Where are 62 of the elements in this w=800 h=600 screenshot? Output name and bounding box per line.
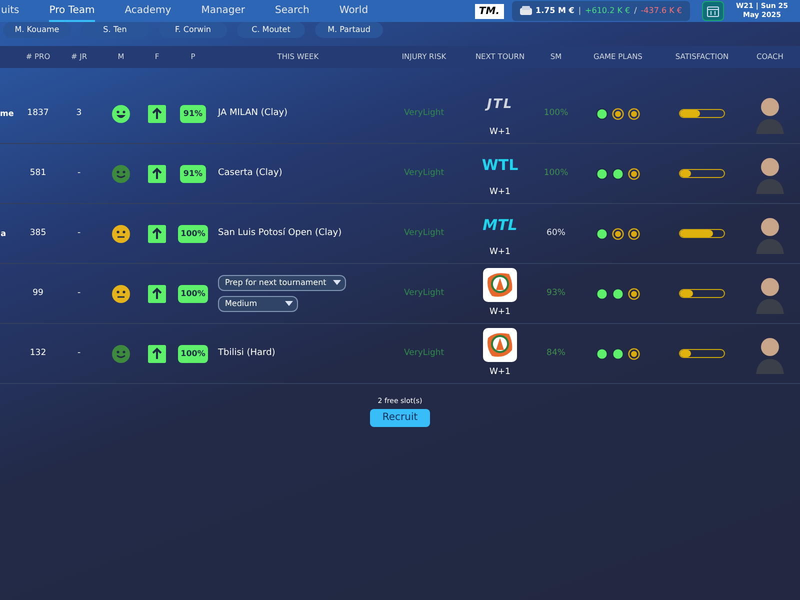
table-cell-text: -: [76, 287, 82, 300]
week-offset-text: W+1: [490, 246, 510, 259]
table-cell-text: -: [76, 167, 82, 180]
nav-tab[interactable]: Search: [275, 0, 310, 22]
tournament-text: Caserta (Clay): [218, 168, 282, 178]
tournament-logo: MTL: [482, 214, 518, 236]
nav-tab[interactable]: World: [339, 0, 368, 22]
percent-badge: 100%: [178, 284, 208, 302]
player-tab[interactable]: C. Moutet: [237, 22, 305, 38]
calendar-icon: [707, 6, 719, 16]
week-offset-text: W+1: [490, 186, 510, 199]
table-cell-text: -: [76, 347, 82, 360]
percent-badge: 100%: [178, 224, 208, 242]
week-offset-text: W+1: [490, 306, 510, 319]
table-cell-text: 132: [28, 347, 48, 360]
sm-percent-text: 100%: [542, 107, 570, 120]
nav-tab[interactable]: uits: [1, 0, 20, 22]
select-dropdown[interactable]: Prep for next tournament: [218, 275, 346, 291]
sm-percent-text: 84%: [546, 347, 566, 360]
injury-risk-text: VeryLight: [402, 347, 446, 360]
table-cell-text: 581: [28, 167, 48, 180]
player-tab[interactable]: M. Partaud: [315, 22, 383, 38]
table-cell-text: 99: [32, 287, 44, 300]
separator-text: |: [578, 5, 582, 17]
percent-badge: 91%: [180, 164, 206, 182]
player-tab[interactable]: S. Ten: [81, 22, 149, 38]
nav-tab[interactable]: Academy: [124, 0, 172, 22]
caret-icon: [333, 280, 341, 286]
player-name-text: a: [0, 228, 7, 240]
injury-risk-text: VeryLight: [402, 107, 446, 120]
income-text: +610.2 K €: [585, 5, 630, 17]
calendar-button[interactable]: [702, 1, 724, 21]
caret-icon: [285, 301, 293, 307]
sm-percent-text: 60%: [546, 227, 566, 240]
expense-text: -437.6 K €: [640, 5, 682, 17]
brand-logo: TM.: [474, 4, 504, 18]
recruit-button[interactable]: Recruit: [370, 408, 430, 426]
week-offset-text: W+1: [490, 366, 510, 379]
injury-risk-text: VeryLight: [402, 227, 446, 240]
table-cell-text: 385: [28, 227, 48, 240]
percent-badge: 100%: [178, 344, 208, 362]
week-offset-text: W+1: [490, 126, 510, 139]
tournament-text: San Luis Potosí Open (Clay): [218, 228, 342, 238]
balance-text: 1.75 M €: [536, 5, 574, 17]
table-cell-text: 1837: [26, 107, 50, 120]
sm-percent-text: 100%: [542, 167, 570, 180]
tournament-text: Tbilisi (Hard): [218, 348, 276, 358]
injury-risk-text: VeryLight: [402, 287, 446, 300]
nav-tab[interactable]: Manager: [201, 0, 246, 22]
tournament-logo: JTL: [487, 95, 513, 115]
table-cell-text: -: [76, 227, 82, 240]
player-tab[interactable]: M. Kouame: [3, 22, 71, 38]
sm-percent-text: 93%: [546, 287, 566, 300]
percent-badge: 91%: [180, 104, 206, 122]
select-dropdown[interactable]: Medium: [218, 296, 298, 312]
tournament-logo: WTL: [482, 154, 518, 176]
injury-risk-text: VeryLight: [402, 167, 446, 180]
player-name-text: me: [0, 108, 15, 120]
table-cell-text: 3: [75, 107, 83, 120]
tournament-text: JA MILAN (Clay): [218, 108, 288, 118]
player-tab[interactable]: F. Corwin: [159, 22, 227, 38]
separator-text: /: [634, 5, 637, 17]
